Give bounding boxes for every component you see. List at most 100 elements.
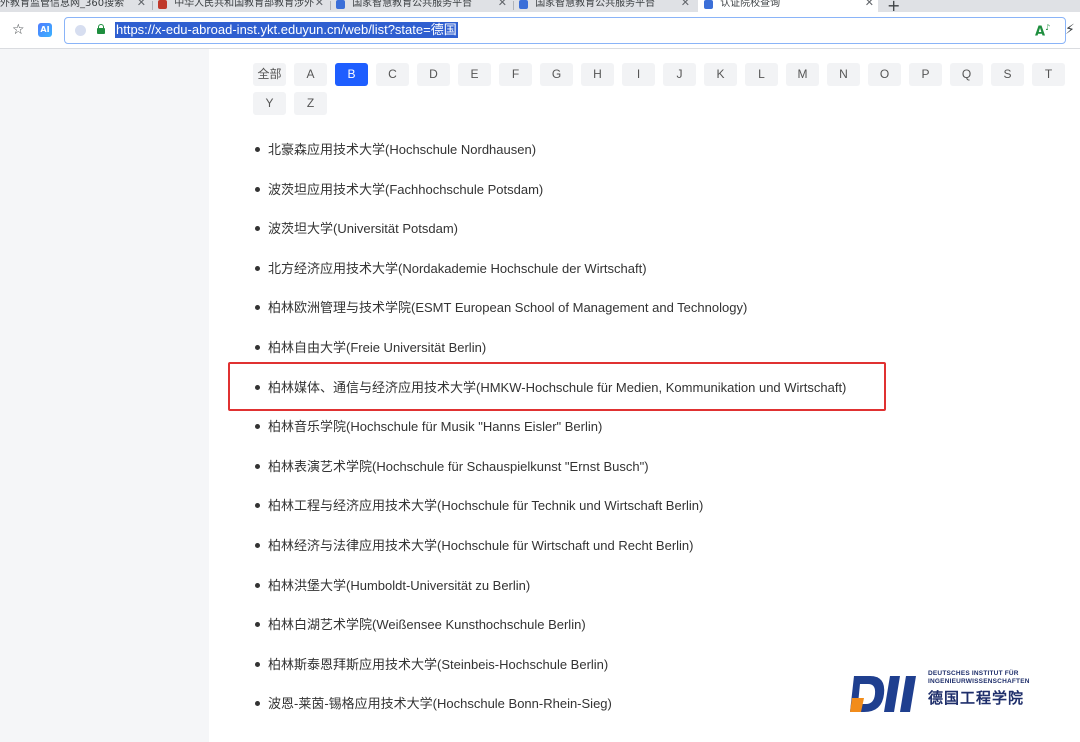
- url-text[interactable]: https://x-edu-abroad-inst.ykt.eduyun.cn/…: [115, 22, 458, 38]
- close-icon[interactable]: ✕: [315, 0, 324, 8]
- letter-t-button[interactable]: T: [1032, 63, 1065, 86]
- lock-icon[interactable]: [97, 24, 105, 34]
- logo-line-2: INGENIEURWISSENSCHAFTEN: [928, 678, 1030, 685]
- institution-name[interactable]: 波茨坦应用技术大学(Fachhochschule Potsdam): [268, 182, 543, 197]
- letter-h-button[interactable]: H: [581, 63, 614, 86]
- tab-smartedu-2[interactable]: 国家智慧教育公共服务平台 ✕: [519, 0, 694, 12]
- browser-toolbar: ☆ AI https://x-edu-abroad-inst.ykt.eduyu…: [0, 12, 1080, 49]
- list-item[interactable]: 北方经济应用技术大学(Nordakademie Hochschule der W…: [253, 254, 846, 294]
- list-item[interactable]: 北豪森应用技术大学(Hochschule Nordhausen): [253, 135, 846, 175]
- address-bar[interactable]: https://x-edu-abroad-inst.ykt.eduyun.cn/…: [64, 17, 1075, 44]
- list-item[interactable]: 波恩-莱茵-锡格应用技术大学(Hochschule Bonn-Rhein-Sie…: [253, 689, 846, 729]
- letter-a-button[interactable]: A: [294, 63, 327, 86]
- list-item[interactable]: 波茨坦大学(Universität Potsdam): [253, 214, 846, 254]
- letter-s-button[interactable]: S: [991, 63, 1024, 86]
- tab-title: 认证院校查询: [720, 0, 781, 9]
- logo-english-text: DEUTSCHES INSTITUT FÜR INGENIEURWISSENSC…: [928, 670, 1030, 686]
- letter-m-button[interactable]: M: [786, 63, 819, 86]
- bullet: [255, 701, 260, 707]
- letter-d-button[interactable]: D: [417, 63, 450, 86]
- list-item[interactable]: 柏林经济与法律应用技术大学(Hochschule für Wirtschaft …: [253, 531, 846, 571]
- institution-name[interactable]: 波茨坦大学(Universität Potsdam): [268, 221, 458, 236]
- bullet: [255, 622, 260, 628]
- close-icon[interactable]: ✕: [498, 0, 507, 8]
- bullet: [255, 463, 260, 469]
- tab-title: 国家智慧教育公共服务平台: [535, 0, 656, 9]
- letter-e-button[interactable]: E: [458, 63, 491, 86]
- tab-divider: [513, 1, 514, 10]
- tab-title: 外教育监管信息网_360搜索: [0, 0, 125, 9]
- institution-name[interactable]: 北豪森应用技术大学(Hochschule Nordhausen): [268, 142, 536, 157]
- highlight-box: [228, 362, 886, 411]
- institution-name[interactable]: 波恩-莱茵-锡格应用技术大学(Hochschule Bonn-Rhein-Sie…: [268, 696, 612, 711]
- tab-360-search[interactable]: 外教育监管信息网_360搜索 ✕: [0, 0, 150, 12]
- institution-name[interactable]: 柏林欧洲管理与技术学院(ESMT European School of Mana…: [268, 300, 747, 315]
- letter-y-button[interactable]: Y: [253, 92, 286, 115]
- institution-list: 北豪森应用技术大学(Hochschule Nordhausen) 波茨坦应用技术…: [253, 135, 846, 729]
- new-tab-button[interactable]: +: [887, 0, 900, 12]
- bullet: [255, 147, 260, 152]
- letter-q-button[interactable]: Q: [950, 63, 983, 86]
- bullet: [255, 542, 260, 548]
- favorites-star-icon[interactable]: ☆: [12, 22, 25, 38]
- letter-z-button[interactable]: Z: [294, 92, 327, 115]
- list-item[interactable]: 柏林表演艺术学院(Hochschule für Schauspielkunst …: [253, 452, 846, 492]
- institution-name[interactable]: 柏林白湖艺术学院(Weißensee Kunsthochschule Berli…: [268, 617, 586, 632]
- institution-name[interactable]: 柏林经济与法律应用技术大学(Hochschule für Wirtschaft …: [268, 538, 693, 553]
- institution-name[interactable]: 柏林表演艺术学院(Hochschule für Schauspielkunst …: [268, 459, 649, 474]
- main-content: 全部 A B C D E F G H I J K L M N O P Q S T…: [209, 49, 1080, 742]
- letter-c-button[interactable]: C: [376, 63, 409, 86]
- dii-logo-mark-icon: [850, 676, 916, 712]
- institution-name[interactable]: 柏林音乐学院(Hochschule für Musik "Hanns Eisle…: [268, 419, 602, 434]
- institution-name[interactable]: 柏林斯泰恩拜斯应用技术大学(Steinbeis-Hochschule Berli…: [268, 657, 608, 672]
- site-favicon-icon: [704, 0, 713, 9]
- logo-line-1: DEUTSCHES INSTITUT FÜR: [928, 670, 1019, 677]
- bullet: [255, 186, 260, 192]
- letter-l-button[interactable]: L: [745, 63, 778, 86]
- ai-assistant-icon[interactable]: AI: [38, 23, 52, 37]
- letter-o-button[interactable]: O: [868, 63, 901, 86]
- institution-name[interactable]: 柏林洪堡大学(Humboldt-Universität zu Berlin): [268, 578, 530, 593]
- tab-divider: [152, 1, 153, 10]
- list-item[interactable]: 柏林音乐学院(Hochschule für Musik "Hanns Eisle…: [253, 412, 846, 452]
- read-aloud-icon[interactable]: A♪: [1035, 23, 1050, 39]
- tab-certified-institutions[interactable]: 认证院校查询 ✕: [698, 0, 878, 12]
- letter-i-button[interactable]: I: [622, 63, 655, 86]
- site-favicon-icon: [336, 0, 345, 9]
- letter-all-button[interactable]: 全部: [253, 63, 286, 86]
- close-icon[interactable]: ✕: [137, 0, 146, 8]
- list-item[interactable]: 柏林洪堡大学(Humboldt-Universität zu Berlin): [253, 571, 846, 611]
- bullet: [255, 582, 260, 588]
- letter-f-button[interactable]: F: [499, 63, 532, 86]
- bullet: [255, 265, 260, 271]
- institution-name[interactable]: 北方经济应用技术大学(Nordakademie Hochschule der W…: [268, 261, 647, 276]
- letter-j-button[interactable]: J: [663, 63, 696, 86]
- letter-n-button[interactable]: N: [827, 63, 860, 86]
- bullet: [255, 503, 260, 509]
- tab-moe[interactable]: 中华人民共和国教育部教育涉外 ✕: [158, 0, 328, 12]
- letter-k-button[interactable]: K: [704, 63, 737, 86]
- list-item[interactable]: 柏林白湖艺术学院(Weißensee Kunsthochschule Berli…: [253, 610, 846, 650]
- letter-g-button[interactable]: G: [540, 63, 573, 86]
- site-favicon-icon: [158, 0, 167, 9]
- site-info-icon[interactable]: [75, 25, 86, 36]
- list-item[interactable]: 波茨坦应用技术大学(Fachhochschule Potsdam): [253, 175, 846, 215]
- letter-p-button[interactable]: P: [909, 63, 942, 86]
- close-icon[interactable]: ✕: [681, 0, 690, 8]
- site-favicon-icon: [519, 0, 528, 9]
- list-item[interactable]: 柏林欧洲管理与技术学院(ESMT European School of Mana…: [253, 293, 846, 333]
- dii-logo: DEUTSCHES INSTITUT FÜR INGENIEURWISSENSC…: [850, 670, 1050, 718]
- list-item[interactable]: 柏林斯泰恩拜斯应用技术大学(Steinbeis-Hochschule Berli…: [253, 650, 846, 690]
- tab-title: 国家智慧教育公共服务平台: [352, 0, 473, 9]
- institution-name[interactable]: 柏林工程与经济应用技术大学(Hochschule für Technik und…: [268, 498, 703, 513]
- institution-name[interactable]: 柏林自由大学(Freie Universität Berlin): [268, 340, 486, 355]
- list-item[interactable]: 柏林工程与经济应用技术大学(Hochschule für Technik und…: [253, 491, 846, 531]
- letter-b-button[interactable]: B: [335, 63, 368, 86]
- bullet: [255, 226, 260, 232]
- bullet: [255, 424, 260, 430]
- tab-smartedu-1[interactable]: 国家智慧教育公共服务平台 ✕: [336, 0, 511, 12]
- tab-divider: [330, 1, 331, 10]
- logo-chinese-text: 德国工程学院: [928, 689, 1025, 707]
- bolt-icon[interactable]: ⚡: [1065, 22, 1075, 38]
- close-icon[interactable]: ✕: [865, 0, 874, 8]
